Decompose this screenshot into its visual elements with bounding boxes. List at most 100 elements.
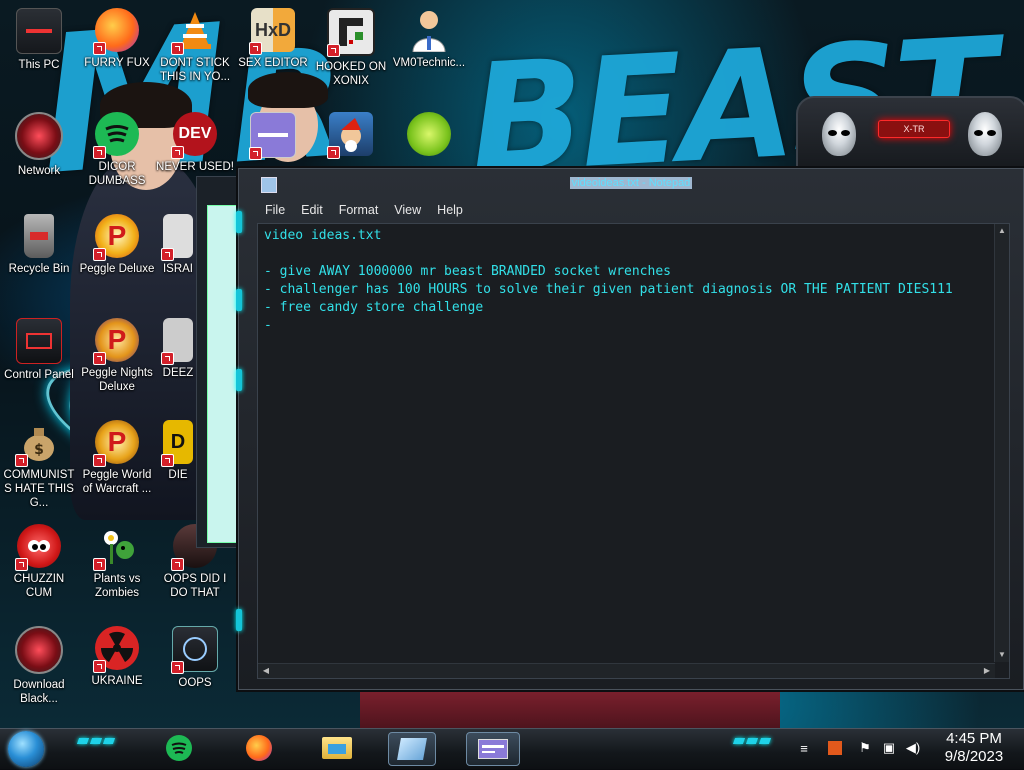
taskbar-file-explorer[interactable] <box>314 732 360 764</box>
shortcut-arrow-icon <box>93 558 106 571</box>
chuzzle-icon <box>15 524 61 571</box>
notepad-text-area[interactable]: video ideas.txt - give AWAY 1000000 mr b… <box>257 223 1010 679</box>
shortcut-arrow-icon <box>93 352 106 365</box>
notepad-titlebar[interactable]: videoideas.txt - Notepad <box>239 169 1023 197</box>
desktop-icon-sex-editor[interactable]: HxD SEX EDITOR <box>234 8 312 70</box>
desktop-icon-control-panel[interactable]: Control Panel <box>0 318 78 382</box>
taskbar-notepad-alt[interactable] <box>388 732 436 766</box>
dev-icon-text: DEV <box>178 125 212 142</box>
menu-help[interactable]: Help <box>429 201 471 221</box>
die-app-icon: D <box>161 420 193 467</box>
desktop-icon-chuzzin-cum[interactable]: CHUZZIN CUM <box>0 524 78 600</box>
java-tray-icon[interactable] <box>826 736 844 760</box>
desktop-icon-oops[interactable]: OOPS <box>156 626 234 690</box>
desktop-icon-download-black[interactable]: Download Black... <box>0 626 78 706</box>
scroll-left-arrow-icon[interactable]: ◀ <box>260 665 272 677</box>
desktop-icon-santa[interactable] <box>312 112 390 159</box>
shortcut-arrow-icon <box>327 146 340 159</box>
doctor-person-icon <box>407 8 451 52</box>
israi-app-icon <box>161 214 193 261</box>
desktop-icon-communists[interactable]: $ COMMUNISTS HATE THIS G... <box>0 420 78 510</box>
alien-orb-icon <box>15 626 63 674</box>
scroll-up-arrow-icon[interactable]: ▲ <box>996 225 1008 237</box>
pvz-flower-icon <box>93 524 139 571</box>
desktop-icon-network[interactable]: Network <box>0 112 78 178</box>
desktop-icon-vm0technic[interactable]: VM0Technic... <box>390 8 468 70</box>
desktop-icon-label: ISRAI <box>162 263 194 275</box>
desktop-icon-israi[interactable]: ISRAI <box>156 214 200 276</box>
desktop-icon-label: DIE <box>168 469 188 481</box>
notepad-window[interactable]: videoideas.txt - Notepad File Edit Forma… <box>236 168 1024 690</box>
shortcut-arrow-icon <box>327 44 340 57</box>
flag-icon[interactable]: ⚑ <box>856 736 874 760</box>
shortcut-arrow-icon <box>249 42 262 55</box>
folder-icon <box>322 737 352 759</box>
scroll-right-arrow-icon[interactable]: ▶ <box>981 665 993 677</box>
window-frame-deco <box>236 609 242 631</box>
desktop-icon-card[interactable] <box>234 112 312 160</box>
desktop-icon-die[interactable]: D DIE <box>156 420 200 482</box>
desktop-icon-peggle-deluxe[interactable]: P Peggle Deluxe <box>78 214 156 276</box>
horizontal-scrollbar[interactable]: ◀ ▶ <box>258 663 995 678</box>
desktop-icon-hooked-on-xonix[interactable]: HOOKED ON XONIX <box>312 8 390 88</box>
scroll-down-arrow-icon[interactable]: ▼ <box>996 649 1008 661</box>
xonix-game-icon <box>327 8 375 57</box>
spotify-icon <box>166 735 192 761</box>
taskbar-spotify[interactable] <box>156 732 202 764</box>
menu-edit[interactable]: Edit <box>293 201 331 221</box>
menu-format[interactable]: Format <box>331 201 387 221</box>
desktop-icon-furry-fux[interactable]: FURRY FUX <box>78 8 156 70</box>
desktop-icon-label: VM0Technic... <box>392 57 466 69</box>
alien-gadget-widget[interactable]: X-TR <box>796 96 1024 176</box>
alien-widget-display: X-TR <box>878 120 950 138</box>
shortcut-arrow-icon <box>161 352 174 365</box>
control-panel-icon <box>16 318 62 364</box>
shortcut-arrow-icon <box>171 146 184 159</box>
desktop-icon-plants-vs-zombies[interactable]: Plants vs Zombies <box>78 524 156 600</box>
desktop-icon-label: CHUZZIN CUM <box>13 573 65 599</box>
taskbar-clock[interactable]: 4:45 PM 9/8/2023 <box>928 728 1020 770</box>
desktop-icon-recycle-bin[interactable]: Recycle Bin <box>0 214 78 276</box>
alien-head-icon <box>822 112 856 156</box>
peggle-wow-icon: P <box>93 420 139 467</box>
desktop-icon-peggle-nights[interactable]: P Peggle Nights Deluxe <box>78 318 156 394</box>
start-button[interactable] <box>8 731 44 767</box>
menu-file[interactable]: File <box>257 201 293 221</box>
vertical-scrollbar[interactable]: ▲ ▼ <box>994 224 1009 662</box>
computer-icon <box>16 8 62 54</box>
desktop-icon-label: Recycle Bin <box>8 263 70 275</box>
money-bag-icon: $ <box>15 420 61 467</box>
desktop-icon-label: OOPS DID I DO THAT <box>163 573 227 599</box>
desktop-icon-label: SEX EDITOR <box>238 57 308 69</box>
desktop-icon-label: UKRAINE <box>91 675 143 687</box>
shortcut-arrow-icon <box>161 454 174 467</box>
lime-app-icon <box>407 112 451 156</box>
desktop-icon-dont-stick[interactable]: DONT STICK THIS IN YO... <box>156 8 234 84</box>
desktop-icon-label: Peggle World of Warcraft ... <box>82 469 152 495</box>
card-app-icon <box>249 112 296 160</box>
desktop-icon-label: COMMUNISTS HATE THIS G... <box>3 469 75 509</box>
notepad-content[interactable]: video ideas.txt - give AWAY 1000000 mr b… <box>264 227 989 647</box>
menu-view[interactable]: View <box>386 201 429 221</box>
desktop-icon-this-pc[interactable]: This PC <box>0 8 78 72</box>
peggle-icon: P <box>93 214 139 261</box>
desktop-icon-never-used[interactable]: DEV NEVER USED! <box>156 112 234 174</box>
taskbar-firefox[interactable] <box>236 732 282 764</box>
shortcut-arrow-icon <box>15 454 28 467</box>
taskbar-deco <box>76 738 116 744</box>
spotify-icon <box>93 112 139 159</box>
network-tray-icon[interactable]: ▣ <box>880 736 898 760</box>
notepad-title: videoideas.txt - Notepad <box>569 177 693 189</box>
desktop-icon-peggle-wow[interactable]: P Peggle World of Warcraft ... <box>78 420 156 496</box>
notepad-icon <box>397 738 427 760</box>
desktop-icon-ukraine[interactable]: UKRAINE <box>78 626 156 688</box>
show-hidden-icons-button[interactable]: ≡ <box>794 736 814 760</box>
desktop-icon-label: Peggle Deluxe <box>79 263 155 275</box>
desktop-icon-dicor-dumbass[interactable]: DICOR DUMBASS <box>78 112 156 188</box>
volume-icon[interactable]: ◀) <box>904 736 922 760</box>
firefox-icon <box>246 735 272 761</box>
taskbar-card-app[interactable] <box>466 732 520 766</box>
desktop-icon-deez[interactable]: DEEZ <box>156 318 200 380</box>
alien-widget-text: X-TR <box>903 124 925 134</box>
desktop-icon-lime[interactable] <box>390 112 468 156</box>
